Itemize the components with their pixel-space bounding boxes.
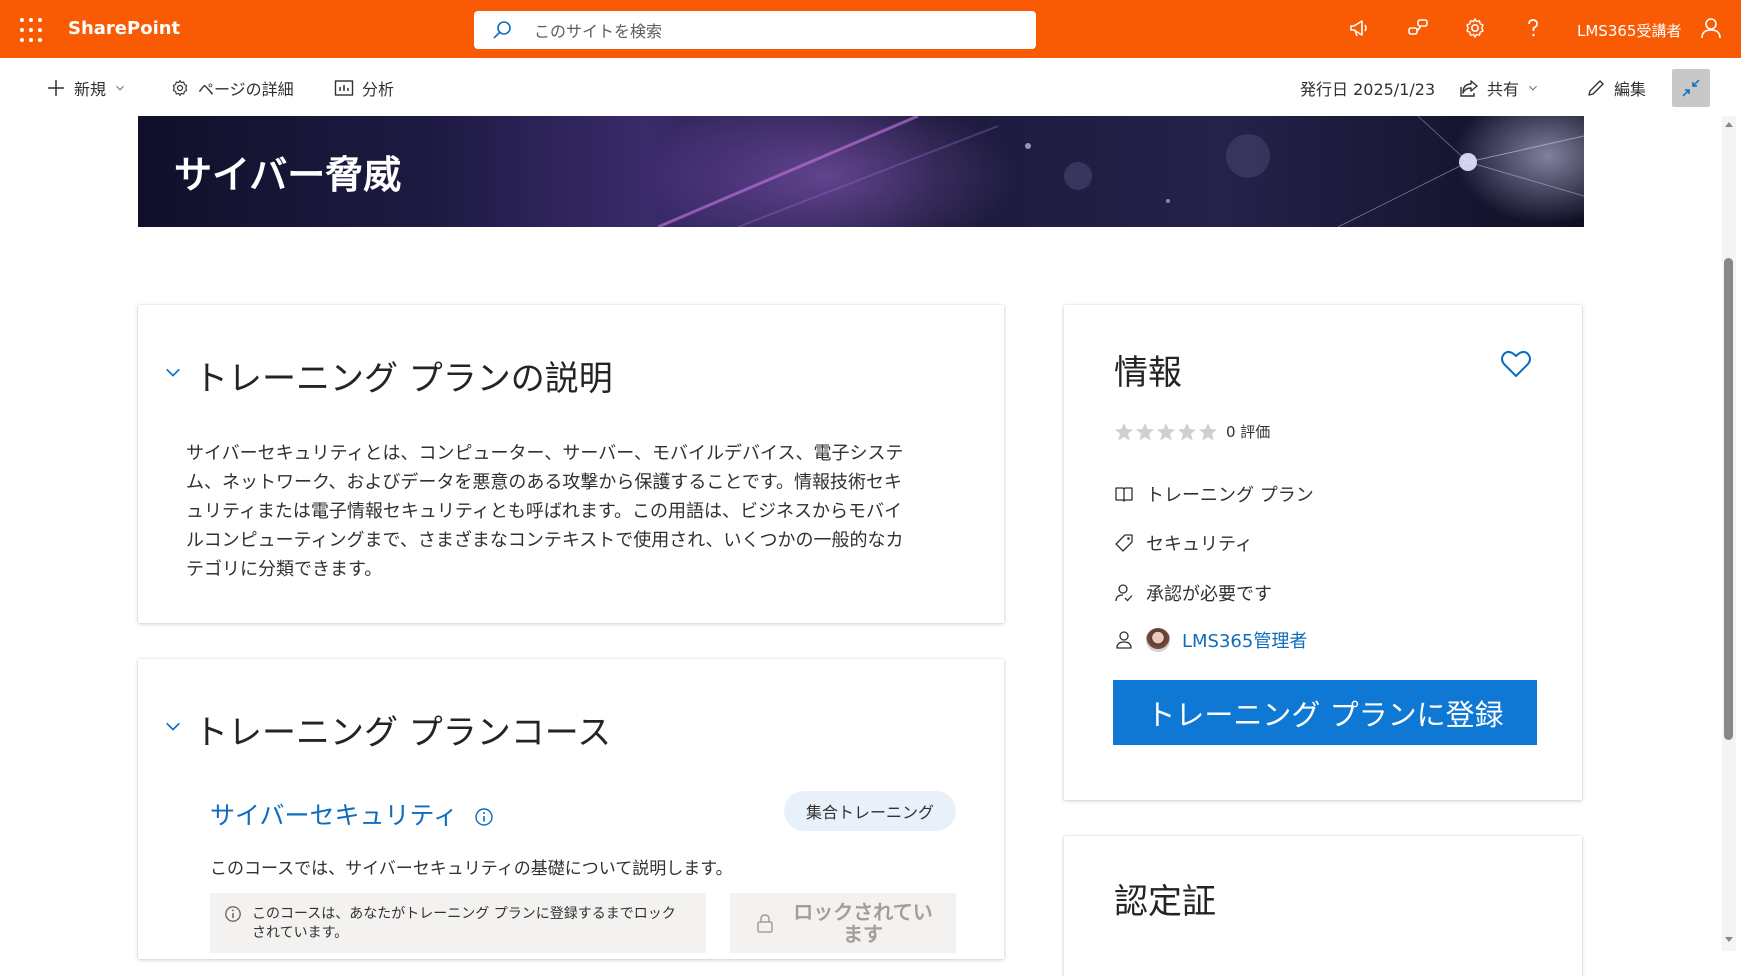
- favorite-heart-icon[interactable]: [1500, 349, 1532, 379]
- settings-gear-icon[interactable]: [1463, 16, 1489, 42]
- share-button[interactable]: 共有: [1459, 76, 1539, 100]
- enroll-button[interactable]: トレーニング プランに登録: [1113, 680, 1537, 745]
- chevron-down-icon[interactable]: [164, 363, 182, 381]
- gear-icon: [172, 79, 188, 97]
- page-details-label: ページの詳細: [198, 80, 294, 99]
- chevron-down-icon: [1529, 85, 1537, 91]
- page-details-button[interactable]: ページの詳細: [170, 76, 294, 100]
- category-label: セキュリティ: [1146, 534, 1253, 555]
- help-icon[interactable]: [1521, 16, 1547, 42]
- scroll-up-arrow-icon[interactable]: [1722, 118, 1736, 132]
- locked-button-line: ロックされてい: [793, 900, 933, 924]
- category-row: セキュリティ: [1114, 530, 1253, 556]
- locked-message-line: このコースは、あなたがトレーニング プランに登録するまでロック: [252, 906, 676, 922]
- collapse-arrows-icon: [1682, 79, 1700, 97]
- share-icon: [1460, 80, 1478, 97]
- app-launcher-icon[interactable]: [18, 16, 48, 46]
- description-line: テゴリに分類できます。: [186, 559, 383, 580]
- course-title-link[interactable]: サイバーセキュリティ: [210, 796, 494, 832]
- site-search-box[interactable]: [474, 11, 1036, 49]
- approval-row: 承認が必要です: [1114, 580, 1272, 606]
- rating-row: 0 評価: [1114, 421, 1270, 442]
- type-row: トレーニング プラン: [1114, 481, 1314, 507]
- info-icon[interactable]: [474, 807, 494, 827]
- star-icon: [1157, 422, 1175, 440]
- share-label: 共有: [1487, 80, 1520, 99]
- info-icon: [225, 906, 241, 922]
- info-heading: 情報: [1114, 353, 1182, 393]
- rating-count: 0 評価: [1226, 423, 1271, 441]
- scroll-down-arrow-icon[interactable]: [1722, 932, 1736, 946]
- course-type-badge: 集合トレーニング: [784, 791, 956, 831]
- certificate-heading: 認定証: [1114, 882, 1216, 922]
- approval-label: 承認が必要です: [1146, 584, 1272, 605]
- star-icon: [1178, 422, 1196, 440]
- description-heading: トレーニング プランの説明: [194, 359, 613, 399]
- info-card: 情報 0 評価 トレーニング プラン セキュリティ 承認が必要です LMS365…: [1064, 305, 1582, 800]
- lock-icon: [757, 914, 773, 933]
- title-banner: サイバー脅威: [138, 116, 1584, 227]
- description-line: ルコンピューティングまで、さまざまなコンテキストで使用され、いくつかの一般的なカ: [186, 530, 904, 551]
- tag-icon: [1115, 534, 1133, 552]
- book-icon: [1115, 487, 1133, 502]
- chevron-down-icon[interactable]: [164, 717, 182, 735]
- connections-icon[interactable]: [1406, 16, 1432, 42]
- analytics-label: 分析: [362, 80, 395, 99]
- pencil-icon: [1588, 80, 1604, 96]
- sharepoint-brand-link[interactable]: SharePoint: [68, 18, 180, 39]
- new-button-label: 新規: [74, 80, 107, 99]
- locked-button[interactable]: ロックされてい ます: [730, 893, 956, 953]
- star-icon: [1136, 422, 1154, 440]
- course-description: このコースでは、サイバーセキュリティの基礎について説明します。: [210, 859, 733, 879]
- analytics-button[interactable]: 分析: [334, 76, 394, 100]
- page-title: サイバー脅威: [174, 153, 402, 197]
- description-text: サイバーセキュリティとは、コンピューター、サーバー、モバイルデバイス、電子システ…: [186, 439, 956, 584]
- locked-message: このコースは、あなたがトレーニング プランに登録するまでロック されています。: [210, 893, 706, 953]
- description-line: サイバーセキュリティとは、コンピューター、サーバー、モバイルデバイス、電子システ: [186, 443, 904, 464]
- course-title-label: サイバーセキュリティ: [210, 801, 459, 830]
- person-icon: [1116, 631, 1132, 649]
- collapse-button[interactable]: [1672, 69, 1710, 107]
- chevron-down-icon: [116, 85, 124, 91]
- locked-button-line: ます: [843, 922, 883, 946]
- scrollbar-thumb[interactable]: [1724, 258, 1733, 740]
- user-name-label[interactable]: LMS365受講者: [1577, 20, 1681, 41]
- description-card: トレーニング プランの説明 サイバーセキュリティとは、コンピューター、サーバー、…: [138, 305, 1004, 623]
- star-icon: [1115, 422, 1133, 440]
- edit-button[interactable]: 編集: [1586, 76, 1646, 100]
- certificate-card: 認定証: [1064, 836, 1582, 976]
- owner-avatar: [1146, 628, 1170, 652]
- analytics-chart-icon: [334, 80, 354, 96]
- user-avatar-icon[interactable]: [1699, 16, 1725, 42]
- suite-bar: SharePoint LMS365受講者: [0, 0, 1741, 58]
- command-bar: 新規 ページの詳細 分析 発行日 2025/1/23 共有 編集: [0, 58, 1741, 116]
- star-icon: [1199, 422, 1217, 440]
- locked-message-line: されています。: [252, 925, 349, 941]
- megaphone-icon[interactable]: [1348, 16, 1374, 42]
- description-line: ム、ネットワーク、およびデータを悪意のある攻撃から保護することです。情報技術セキ: [186, 472, 903, 493]
- person-check-icon: [1115, 584, 1133, 602]
- published-date: 発行日 2025/1/23: [1300, 76, 1435, 100]
- rating-stars[interactable]: [1114, 422, 1218, 442]
- owner-row: LMS365管理者: [1114, 627, 1307, 653]
- plus-icon: [48, 80, 64, 96]
- owner-link[interactable]: LMS365管理者: [1182, 627, 1307, 653]
- edit-label: 編集: [1614, 80, 1647, 99]
- new-button[interactable]: 新規: [46, 76, 126, 100]
- type-label: トレーニング プラン: [1146, 485, 1314, 506]
- published-date-label: 発行日 2025/1/23: [1300, 80, 1436, 99]
- search-icon: [492, 20, 512, 44]
- courses-card: トレーニング プランコース サイバーセキュリティ 集合トレーニング このコースで…: [138, 659, 1004, 959]
- courses-heading: トレーニング プランコース: [194, 713, 612, 753]
- search-input[interactable]: [532, 19, 1016, 43]
- description-line: ュリティまたは電子情報セキュリティとも呼ばれます。この用語は、ビジネスからモバイ: [186, 501, 903, 522]
